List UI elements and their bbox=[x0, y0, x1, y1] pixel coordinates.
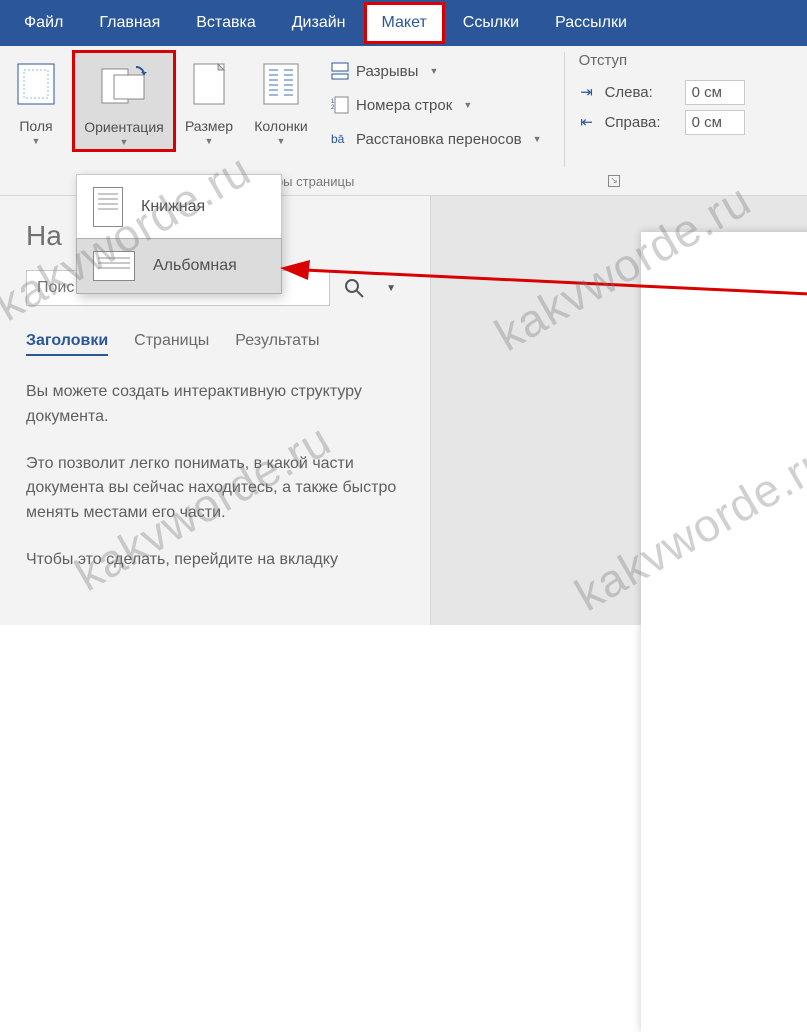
margins-label: Поля bbox=[19, 118, 52, 134]
chevron-down-icon: ▼ bbox=[120, 137, 129, 147]
indent-left-icon: ⇥ bbox=[579, 83, 595, 101]
chevron-down-icon: ▼ bbox=[463, 100, 472, 110]
navigation-tabs: Заголовки Страницы Результаты bbox=[26, 332, 404, 356]
nav-body-p2: Это позволит легко понимать, в какой час… bbox=[26, 452, 404, 526]
orientation-portrait-label: Книжная bbox=[141, 198, 205, 216]
size-icon bbox=[192, 56, 226, 112]
tab-design[interactable]: Дизайн bbox=[274, 0, 364, 46]
orientation-icon bbox=[96, 57, 152, 113]
line-numbers-label: Номера строк bbox=[356, 97, 452, 114]
indent-right-icon: ⇤ bbox=[579, 113, 595, 131]
columns-icon bbox=[262, 56, 300, 112]
nav-tab-pages[interactable]: Страницы bbox=[134, 332, 209, 356]
line-numbers-button[interactable]: 12 Номера строк ▼ bbox=[330, 90, 542, 120]
hyphenation-icon: bā bbox=[330, 130, 350, 148]
margins-button[interactable]: Поля ▼ bbox=[0, 52, 72, 148]
tab-mailings[interactable]: Рассылки bbox=[537, 0, 645, 46]
tab-home[interactable]: Главная bbox=[81, 0, 178, 46]
nav-body-p3: Чтобы это сделать, перейдите на вкладку bbox=[26, 548, 404, 573]
orientation-label: Ориентация bbox=[84, 119, 163, 135]
tab-layout[interactable]: Макет bbox=[364, 2, 445, 44]
hyphenation-button[interactable]: bā Расстановка переносов ▼ bbox=[330, 124, 542, 154]
line-numbers-icon: 12 bbox=[330, 96, 350, 114]
document-page bbox=[641, 232, 807, 1032]
tab-insert[interactable]: Вставка bbox=[178, 0, 273, 46]
chevron-down-icon: ▼ bbox=[277, 136, 286, 146]
breaks-label: Разрывы bbox=[356, 63, 418, 80]
columns-label: Колонки bbox=[254, 118, 307, 134]
tab-references[interactable]: Ссылки bbox=[445, 0, 537, 46]
nav-tab-headings[interactable]: Заголовки bbox=[26, 332, 108, 356]
orientation-portrait-item[interactable]: Книжная bbox=[77, 175, 281, 239]
chevron-down-icon: ▼ bbox=[32, 136, 41, 146]
orientation-button[interactable]: Ориентация ▼ bbox=[72, 50, 176, 152]
search-icon[interactable] bbox=[336, 274, 372, 302]
size-button[interactable]: Размер ▼ bbox=[176, 52, 242, 148]
orientation-landscape-item[interactable]: Альбомная bbox=[76, 238, 282, 294]
landscape-icon bbox=[93, 251, 135, 281]
svg-text:2: 2 bbox=[331, 105, 335, 111]
size-label: Размер bbox=[185, 118, 233, 134]
indent-left-label: Слева: bbox=[605, 84, 675, 101]
indent-title: Отступ bbox=[579, 52, 745, 69]
search-dropdown-icon[interactable]: ▼ bbox=[378, 279, 404, 298]
page-setup-small-items: Разрывы ▼ 12 Номера строк ▼ bā Расстанов… bbox=[320, 52, 552, 154]
indent-right-label: Справа: bbox=[605, 114, 675, 131]
page-setup-launcher[interactable]: ↘ bbox=[608, 175, 620, 187]
chevron-down-icon: ▼ bbox=[429, 66, 438, 76]
tab-file[interactable]: Файл bbox=[6, 0, 81, 46]
breaks-button[interactable]: Разрывы ▼ bbox=[330, 56, 542, 86]
document-area[interactable] bbox=[430, 196, 807, 625]
nav-tab-results[interactable]: Результаты bbox=[235, 332, 319, 356]
hyphenation-label: Расстановка переносов bbox=[356, 131, 522, 148]
navigation-body: Вы можете создать интерактивную структур… bbox=[26, 380, 404, 573]
indent-left-input[interactable] bbox=[685, 80, 745, 105]
chevron-down-icon: ▼ bbox=[533, 134, 542, 144]
nav-body-p1: Вы можете создать интерактивную структур… bbox=[26, 380, 404, 430]
margins-icon bbox=[16, 56, 56, 112]
breaks-icon bbox=[330, 62, 350, 80]
indent-right-input[interactable] bbox=[685, 110, 745, 135]
ribbon-tabs: Файл Главная Вставка Дизайн Макет Ссылки… bbox=[0, 0, 807, 46]
portrait-icon bbox=[93, 187, 123, 227]
svg-text:bā: bā bbox=[331, 132, 345, 146]
chevron-down-icon: ▼ bbox=[205, 136, 214, 146]
orientation-menu: Книжная Альбомная bbox=[76, 174, 282, 294]
columns-button[interactable]: Колонки ▼ bbox=[242, 52, 320, 148]
orientation-landscape-label: Альбомная bbox=[153, 257, 237, 275]
group-indent: Отступ ⇥ Слева: ⇤ Справа: bbox=[565, 46, 755, 195]
